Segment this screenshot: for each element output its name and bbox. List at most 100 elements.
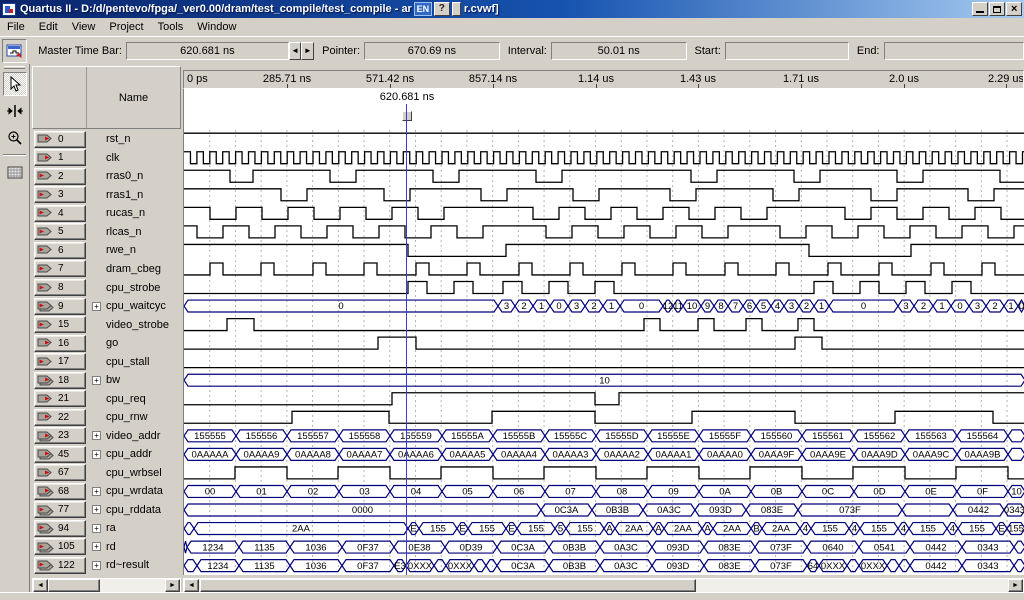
language-bar-handle-icon[interactable] — [452, 2, 461, 16]
close-button[interactable]: × — [1006, 2, 1022, 16]
svg-text:1: 1 — [609, 301, 614, 312]
output-pin-icon — [37, 189, 55, 201]
output-bus-icon — [37, 522, 55, 534]
signal-select-button[interactable]: 21 — [34, 390, 86, 407]
waveform-scrollbar[interactable]: ◄ ► — [183, 578, 1024, 593]
timeline-ruler[interactable]: 0 ps285.71 ns571.42 ns857.14 ns1.14 us1.… — [183, 70, 1024, 89]
menu-window[interactable]: Window — [190, 19, 243, 35]
full-screen-tool-button[interactable] — [3, 160, 27, 184]
svg-text:0AAAA5: 0AAAA5 — [450, 450, 486, 461]
selection-tool-button[interactable] — [3, 72, 27, 96]
signal-select-button[interactable]: 5 — [34, 223, 86, 240]
svg-text:1234: 1234 — [207, 561, 228, 572]
start-field[interactable] — [725, 42, 849, 60]
signal-select-button[interactable]: 2 — [34, 168, 86, 185]
expand-icon[interactable]: + — [92, 487, 101, 496]
expand-icon[interactable]: + — [92, 505, 101, 514]
svg-text:155: 155 — [969, 524, 985, 535]
signal-select-button[interactable]: 3 — [34, 186, 86, 203]
menu-tools[interactable]: Tools — [151, 19, 191, 35]
svg-text:A: A — [655, 524, 662, 535]
svg-text:1: 1 — [939, 301, 944, 312]
time-bar-next-button[interactable]: ► — [301, 42, 314, 60]
restore-button[interactable] — [989, 2, 1005, 16]
signal-select-button[interactable]: 8 — [34, 279, 86, 296]
signal-select-button[interactable]: 105 — [34, 538, 86, 555]
signal-select-button[interactable]: 67 — [34, 464, 86, 481]
zoom-tool-button[interactable] — [3, 126, 27, 150]
master-time-bar-field[interactable]: 620.681 ns — [126, 42, 289, 60]
input-pin-icon — [37, 152, 55, 164]
title-bar[interactable]: Quartus II - D:/d/pentevo/fpga/_ver0.00/… — [0, 0, 1024, 18]
language-indicator[interactable]: EN — [414, 2, 432, 16]
signal-select-button[interactable]: 1 — [34, 149, 86, 166]
svg-text:155555: 155555 — [194, 431, 226, 442]
toolbar-grip[interactable] — [4, 66, 25, 69]
expand-icon[interactable]: + — [92, 376, 101, 385]
expand-icon[interactable]: + — [92, 302, 101, 311]
signal-select-button[interactable]: 16 — [34, 335, 86, 352]
menu-project[interactable]: Project — [102, 19, 150, 35]
signal-select-button[interactable]: 94 — [34, 520, 86, 537]
svg-text:10: 10 — [599, 375, 610, 386]
svg-text:155560: 155560 — [761, 431, 793, 442]
scroll-right-icon[interactable]: ► — [165, 579, 180, 592]
time-bar-strip[interactable]: 620.681 ns — [183, 89, 1024, 130]
scroll-right-icon[interactable]: ► — [1008, 579, 1023, 592]
signal-select-button[interactable]: 18 — [34, 372, 86, 389]
interval-field: 50.01 ns — [551, 42, 687, 60]
signal-select-button[interactable]: 77 — [34, 501, 86, 518]
master-time-bar-cursor[interactable] — [406, 104, 407, 575]
menu-edit[interactable]: Edit — [32, 19, 65, 35]
signal-name: cpu_waitcyc — [106, 300, 166, 312]
gutter-header — [33, 67, 87, 128]
signal-select-button[interactable]: 15 — [34, 316, 86, 333]
time-bar-handle[interactable] — [402, 111, 412, 121]
expand-icon[interactable]: + — [92, 524, 101, 533]
signal-number: 0 — [58, 134, 64, 145]
signal-select-button[interactable]: 6 — [34, 242, 86, 259]
signal-select-button[interactable]: 122 — [34, 557, 86, 574]
signal-number: 8 — [58, 282, 64, 293]
expand-icon[interactable]: + — [92, 542, 101, 551]
waveform-edit-tool-button[interactable] — [3, 99, 27, 123]
signal-select-button[interactable]: 45 — [34, 446, 86, 463]
svg-text:06: 06 — [514, 487, 525, 498]
time-bar-prev-button[interactable]: ◄ — [289, 42, 302, 60]
svg-text:0: 0 — [639, 301, 644, 312]
input-pin-icon — [37, 393, 55, 405]
name-panel-scrollbar[interactable]: ◄ ► — [32, 578, 181, 593]
scroll-left-icon[interactable]: ◄ — [184, 579, 199, 592]
signal-name: video_addr — [106, 430, 160, 442]
menu-file[interactable]: File — [0, 19, 32, 35]
input-pin-icon — [37, 467, 55, 479]
waveform-canvas[interactable]: 0321032101211109876543210321032101015555… — [183, 130, 1024, 575]
status-bar — [0, 592, 1024, 600]
end-field[interactable] — [884, 42, 1024, 60]
name-scroll-thumb[interactable] — [48, 579, 100, 592]
signal-select-button[interactable]: 7 — [34, 260, 86, 277]
signal-select-button[interactable]: 17 — [34, 353, 86, 370]
scroll-left-icon[interactable]: ◄ — [33, 579, 48, 592]
signal-select-button[interactable]: 4 — [34, 205, 86, 222]
svg-text:E: E — [998, 524, 1004, 535]
signal-select-button[interactable]: 22 — [34, 409, 86, 426]
minimize-button[interactable] — [972, 2, 988, 16]
ruler-tick — [904, 84, 905, 88]
language-help-icon[interactable]: ? — [434, 2, 450, 16]
signal-select-button[interactable]: 23 — [34, 427, 86, 444]
menu-view[interactable]: View — [65, 19, 103, 35]
expand-icon[interactable]: + — [92, 450, 101, 459]
end-label: End: — [857, 45, 880, 57]
signal-number: 21 — [58, 393, 69, 404]
signal-select-button[interactable]: 0 — [34, 131, 86, 148]
expand-icon[interactable]: + — [92, 561, 101, 570]
signal-select-button[interactable]: 68 — [34, 483, 86, 500]
signal-name: rlcas_n — [106, 226, 141, 238]
expand-icon[interactable]: + — [92, 431, 101, 440]
svg-text:0640: 0640 — [822, 542, 843, 553]
signal-select-button[interactable]: 9 — [34, 298, 86, 315]
wave-cpu_rddata: 00000C3A0B3B0A3C093D083E073F04420343 — [184, 504, 1024, 516]
wave-scroll-thumb[interactable] — [200, 579, 696, 592]
waveform-editor-button[interactable] — [2, 39, 27, 63]
